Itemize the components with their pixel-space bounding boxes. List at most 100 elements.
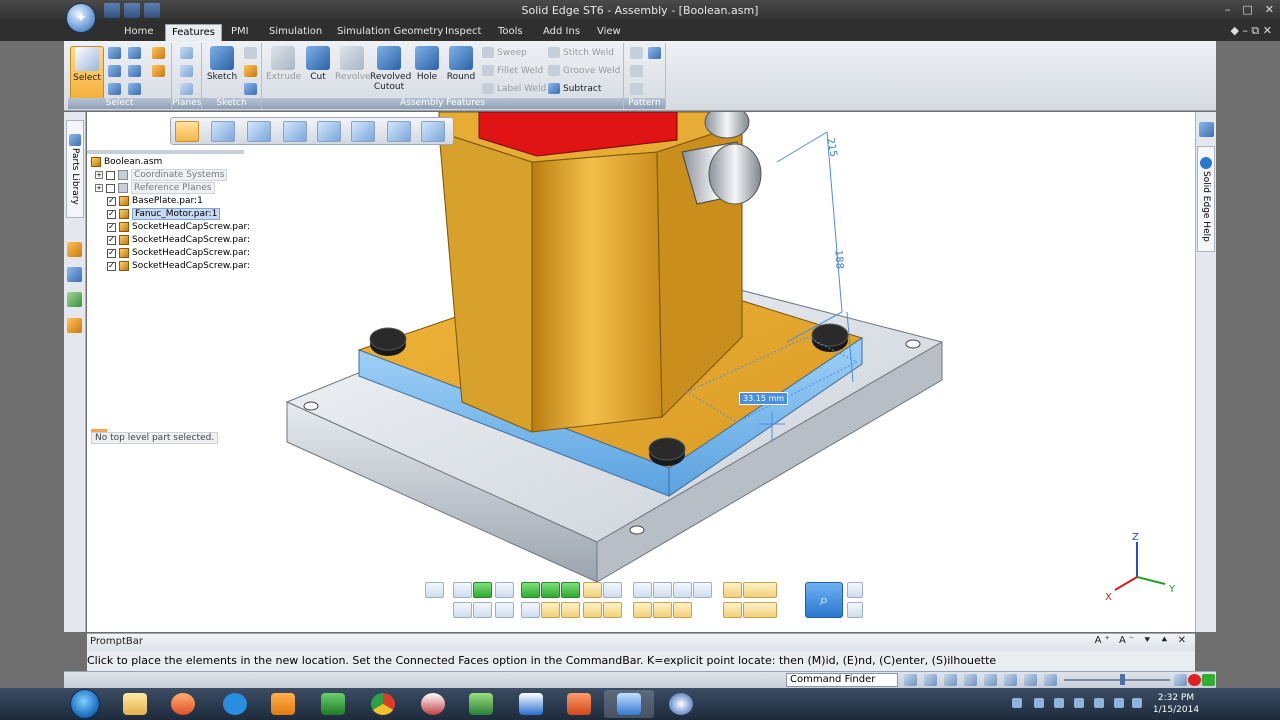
view-orient-icon[interactable]	[653, 602, 672, 618]
view-plane-yz-icon[interactable]	[561, 602, 580, 618]
stitch-weld-button[interactable]: Stitch Weld	[548, 47, 614, 58]
tree-resize-handle[interactable]	[87, 150, 244, 154]
undo-view-icon[interactable]	[425, 582, 444, 598]
tree-item-reference-planes[interactable]: + Reference Planes	[95, 182, 215, 194]
sensors-icon[interactable]	[67, 292, 82, 307]
taskbar-app[interactable]	[456, 690, 506, 718]
taskbar-snipping-tool[interactable]	[408, 690, 458, 718]
status-ok-icon[interactable]	[1202, 674, 1215, 686]
zoom-in-icon[interactable]	[1174, 674, 1187, 686]
tree-item-screw[interactable]: ✓ SocketHeadCapScrew.par:	[107, 260, 250, 272]
redo-icon[interactable]	[144, 3, 160, 18]
view-orient-icon[interactable]	[673, 582, 692, 598]
tray-icon[interactable]	[1012, 698, 1022, 708]
plane-icon[interactable]	[180, 47, 193, 59]
connected-faces-icon[interactable]	[351, 121, 375, 142]
select-tool-icon[interactable]	[152, 65, 165, 77]
status-tool-icon[interactable]	[944, 674, 957, 686]
tray-icon[interactable]	[1034, 698, 1044, 708]
inner-close-button[interactable]: ✕	[1263, 24, 1272, 37]
copy-icon[interactable]	[211, 121, 235, 142]
tree-item-screw[interactable]: ✓ SocketHeadCapScrew.par:	[107, 247, 250, 259]
taskbar-chrome[interactable]	[358, 690, 408, 718]
pattern-icon[interactable]	[630, 47, 643, 59]
pattern-icon[interactable]	[630, 65, 643, 77]
tray-icon[interactable]	[1094, 698, 1104, 708]
tab-pmi[interactable]: PMI	[225, 24, 255, 41]
zoom-slider[interactable]	[1064, 674, 1170, 685]
options-icon[interactable]	[421, 121, 445, 142]
prompt-bar-controls[interactable]: A⁺ A⁻ ⯆ ⯅ ✕	[1095, 635, 1189, 646]
view-tool-icon[interactable]	[473, 582, 492, 598]
view-dimension-icon[interactable]	[743, 582, 777, 598]
system-clock[interactable]: 2:32 PM 1/15/2014	[1150, 692, 1202, 716]
live-dimension-label[interactable]: 33.15 mm	[739, 392, 789, 405]
add-part-icon[interactable]	[247, 121, 271, 142]
assembly-model[interactable]	[87, 112, 1195, 632]
visibility-checkbox[interactable]	[106, 170, 115, 180]
move-parts-icon[interactable]	[175, 121, 199, 142]
layers-icon[interactable]	[67, 267, 82, 282]
view-layout-icon[interactable]	[847, 582, 863, 598]
status-tool-icon[interactable]	[964, 674, 977, 686]
view-dimension-icon[interactable]	[743, 602, 777, 618]
view-style-icon[interactable]	[521, 582, 540, 598]
taskbar-explorer[interactable]	[110, 690, 160, 718]
tree-item-screw[interactable]: ✓ SocketHeadCapScrew.par:	[107, 234, 250, 246]
minimize-button[interactable]: –	[1225, 3, 1231, 16]
view-style-icon[interactable]	[561, 582, 580, 598]
cut-button[interactable]: Cut	[301, 46, 335, 82]
visibility-checkbox[interactable]: ✓	[107, 248, 116, 258]
view-snap-icon[interactable]	[723, 582, 742, 598]
parts-library-tab[interactable]: Parts Library	[66, 120, 84, 218]
view-layout-icon[interactable]	[847, 602, 863, 618]
subtract-button[interactable]: Subtract	[548, 83, 601, 94]
view-orient-icon[interactable]	[633, 582, 652, 598]
sweep-button[interactable]: Sweep	[482, 47, 527, 58]
select-tool-icon[interactable]	[108, 65, 121, 77]
revolve-button[interactable]: Revolve	[335, 46, 371, 82]
command-finder-input[interactable]: Command Finder	[786, 673, 898, 687]
status-tool-icon[interactable]	[1024, 674, 1037, 686]
select-button[interactable]: Select	[70, 46, 104, 100]
pathfinder-icon[interactable]	[67, 242, 82, 257]
view-style-icon[interactable]	[583, 582, 602, 598]
hole-button[interactable]: Hole	[410, 46, 444, 82]
tray-icon[interactable]	[1074, 698, 1084, 708]
select-tool-icon[interactable]	[128, 65, 141, 77]
tab-simulation-geometry[interactable]: Simulation Geometry	[331, 24, 449, 41]
graphics-viewport[interactable]: 215 188 33.15 mm Z Y X Boolean.asm + Coo…	[87, 112, 1195, 632]
plane-icon[interactable]	[180, 83, 193, 95]
application-button[interactable]: ✦	[66, 3, 96, 33]
view-orient-icon[interactable]	[693, 582, 712, 598]
expand-toggle[interactable]: +	[95, 171, 103, 179]
inner-minimize-button[interactable]: –	[1242, 24, 1248, 37]
select-tool-icon[interactable]	[128, 47, 141, 59]
pattern-icon[interactable]	[648, 47, 661, 59]
select-tool-icon[interactable]	[108, 47, 121, 59]
record-icon[interactable]	[1188, 674, 1201, 686]
tree-item-screw[interactable]: ✓ SocketHeadCapScrew.par:	[107, 221, 250, 233]
volume-icon[interactable]	[1132, 698, 1142, 708]
extrude-button[interactable]: Extrude	[266, 46, 301, 82]
tab-home[interactable]: Home	[118, 24, 160, 41]
zoom-slider-thumb[interactable]	[1120, 674, 1125, 685]
view-plane-zx-icon[interactable]	[583, 602, 602, 618]
view-plane-icon[interactable]	[521, 602, 540, 618]
taskbar-media-player[interactable]	[158, 690, 208, 718]
view-snap-icon[interactable]	[723, 602, 742, 618]
select-tool-icon[interactable]	[152, 47, 165, 59]
tree-item-fanuc-motor[interactable]: ✓ Fanuc_Motor.par:1	[107, 208, 221, 220]
status-tool-icon[interactable]	[924, 674, 937, 686]
view-orient-icon[interactable]	[633, 602, 652, 618]
select-tool-icon[interactable]	[128, 83, 141, 95]
tab-add-ins[interactable]: Add Ins	[537, 24, 586, 41]
revolved-cutout-button[interactable]: Revolved Cutout	[370, 46, 411, 92]
tab-simulation[interactable]: Simulation	[263, 24, 328, 41]
sketch-button[interactable]: Sketch	[205, 46, 239, 82]
list-icon[interactable]	[317, 121, 341, 142]
groove-weld-button[interactable]: Groove Weld	[548, 65, 620, 76]
tree-item-coordinate-systems[interactable]: + Coordinate Systems	[95, 169, 228, 181]
solid-edge-help-tab[interactable]: Solid Edge Help	[1197, 146, 1215, 252]
dimension-value-188[interactable]: 188	[832, 250, 844, 270]
